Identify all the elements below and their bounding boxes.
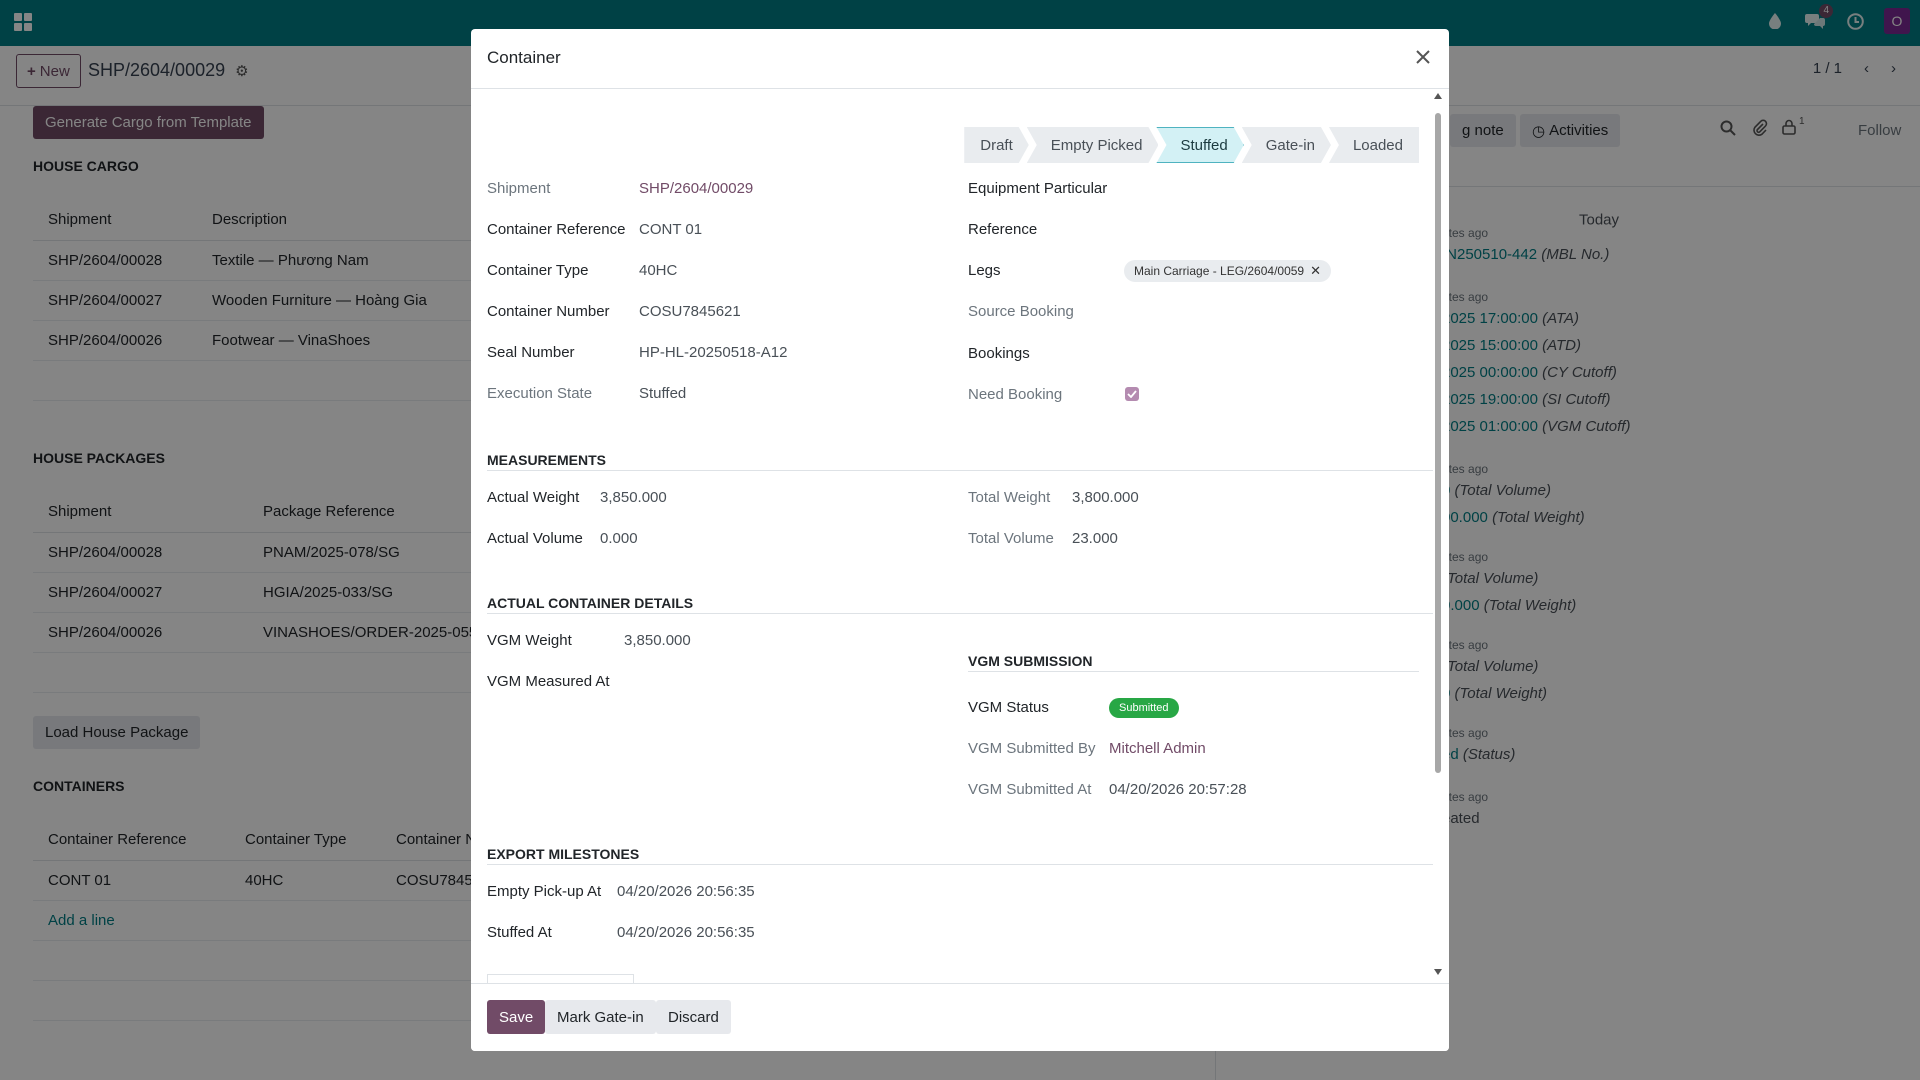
equipment-particular-label: Equipment Particular (968, 180, 1108, 197)
seal-number-input[interactable]: HP-HL-20250518-A12 (639, 344, 787, 361)
field-container-reference: Container Reference CONT 01 (487, 221, 702, 238)
vgm-weight-input[interactable]: 3,850.000 (624, 632, 691, 649)
field-actual-weight: Actual Weight 3,850.000 (487, 489, 667, 506)
field-label: Empty Pick-up At (487, 883, 602, 900)
stage-draft[interactable]: Draft (964, 127, 1029, 163)
field-seal-number: Seal Number HP-HL-20250518-A12 (487, 344, 787, 361)
stage-empty-picked[interactable]: Empty Picked (1027, 127, 1159, 163)
divider (487, 613, 1433, 614)
mark-gate-in-button[interactable]: Mark Gate-in (545, 1000, 656, 1034)
export-milestones-title: EXPORT MILESTONES (487, 846, 640, 862)
field-container-type: Container Type 40HC (487, 262, 677, 279)
vgm-measured-at-input[interactable] (651, 669, 941, 693)
dialog-footer: Save Mark Gate-in Discard (471, 983, 1449, 1051)
status-bar: Draft Empty Picked Stuffed Gate-in Loade… (966, 127, 1419, 163)
close-icon[interactable] (1411, 45, 1435, 69)
shipment-link[interactable]: SHP/2604/00029 (639, 180, 753, 197)
scrollbar[interactable] (1433, 93, 1443, 975)
field-label: Total Weight (968, 489, 1051, 506)
legs-tag-label: Main Carriage - LEG/2604/0059 (1134, 264, 1305, 278)
field-actual-volume: Actual Volume 0.000 (487, 530, 638, 547)
actual-weight-input[interactable]: 3,850.000 (600, 489, 667, 506)
stage-stuffed[interactable]: Stuffed (1156, 127, 1243, 163)
container-reference-input[interactable]: CONT 01 (639, 221, 702, 238)
dialog-header: Container (471, 29, 1449, 89)
field-label: Actual Volume (487, 530, 583, 547)
reference-label: Reference (968, 221, 1038, 238)
stage-loaded[interactable]: Loaded (1328, 127, 1419, 163)
total-volume-value: 23.000 (1072, 530, 1118, 547)
divider (487, 470, 1433, 471)
field-label: Container Reference (487, 221, 626, 238)
vgm-submission-title: VGM SUBMISSION (968, 653, 1093, 669)
field-vgm-weight: VGM Weight 3,850.000 (487, 632, 691, 649)
scroll-thumb[interactable] (1435, 113, 1441, 773)
stage-gate-in[interactable]: Gate-in (1242, 127, 1331, 163)
vgm-submitted-at-value: 04/20/2026 20:57:28 (1109, 781, 1247, 798)
field-label: VGM Submitted At (968, 781, 1092, 798)
field-vgm-submitted-at: VGM Submitted At 04/20/2026 20:57:28 (968, 781, 1247, 798)
field-label: Stuffed At (487, 924, 552, 941)
field-container-number: Container Number COSU7845621 (487, 303, 741, 320)
field-label: Total Volume (968, 530, 1054, 547)
field-stuffed-at: Stuffed At 04/20/2026 20:56:35 (487, 924, 755, 941)
vgm-submitted-by-link[interactable]: Mitchell Admin (1109, 740, 1206, 757)
field-label: VGM Weight (487, 632, 572, 649)
field-shipment: Shipment SHP/2604/00029 (487, 180, 753, 197)
actual-details-title: ACTUAL CONTAINER DETAILS (487, 595, 694, 611)
remove-tag-icon[interactable]: ✕ (1310, 263, 1321, 279)
field-label: Shipment (487, 180, 551, 197)
field-total-volume: Total Volume 23.000 (968, 530, 1118, 547)
discard-button[interactable]: Discard (656, 1000, 731, 1034)
stuffed-at-input[interactable]: 04/20/2026 20:56:35 (617, 924, 755, 941)
field-total-weight: Total Weight 3,800.000 (968, 489, 1139, 506)
vgm-measured-at-label: VGM Measured At (487, 673, 610, 690)
container-dialog: Container Draft Empty Picked Stuffed Gat… (471, 29, 1449, 1051)
vgm-status-badge: Submitted (1109, 698, 1179, 718)
scroll-up-arrow[interactable] (1434, 93, 1442, 99)
container-number-input[interactable]: COSU7845621 (639, 303, 741, 320)
container-type-input[interactable]: 40HC (639, 262, 677, 279)
field-label: Container Number (487, 303, 610, 320)
field-label: Container Type (487, 262, 589, 279)
bookings-label: Bookings (968, 345, 1030, 362)
field-empty-pickup-at: Empty Pick-up At 04/20/2026 20:56:35 (487, 883, 755, 900)
field-label: Actual Weight (487, 489, 580, 506)
empty-pickup-at-input[interactable]: 04/20/2026 20:56:35 (617, 883, 755, 900)
divider (968, 671, 1419, 672)
dialog-title: Container (487, 48, 561, 67)
scroll-down-arrow[interactable] (1434, 969, 1442, 975)
measurements-title: MEASUREMENTS (487, 452, 607, 468)
field-vgm-submitted-by: VGM Submitted By Mitchell Admin (968, 740, 1206, 757)
field-execution-state: Execution State Stuffed (487, 385, 686, 402)
need-booking-checkbox[interactable] (1125, 387, 1139, 401)
field-label: Execution State (487, 385, 593, 402)
total-weight-value: 3,800.000 (1072, 489, 1139, 506)
need-booking-label: Need Booking (968, 386, 1063, 403)
field-label: Seal Number (487, 344, 575, 361)
legs-label: Legs (968, 262, 1001, 279)
actual-volume-input[interactable]: 0.000 (600, 530, 638, 547)
execution-state-value: Stuffed (639, 385, 687, 402)
field-label: VGM Submitted By (968, 740, 1096, 757)
divider (487, 864, 1433, 865)
source-booking-label: Source Booking (968, 303, 1074, 320)
save-button[interactable]: Save (487, 1000, 546, 1034)
legs-tag[interactable]: Main Carriage - LEG/2604/0059 ✕ (1124, 260, 1332, 282)
dialog-body: Draft Empty Picked Stuffed Gate-in Loade… (471, 89, 1449, 1013)
vgm-status-label: VGM Status (968, 699, 1049, 716)
